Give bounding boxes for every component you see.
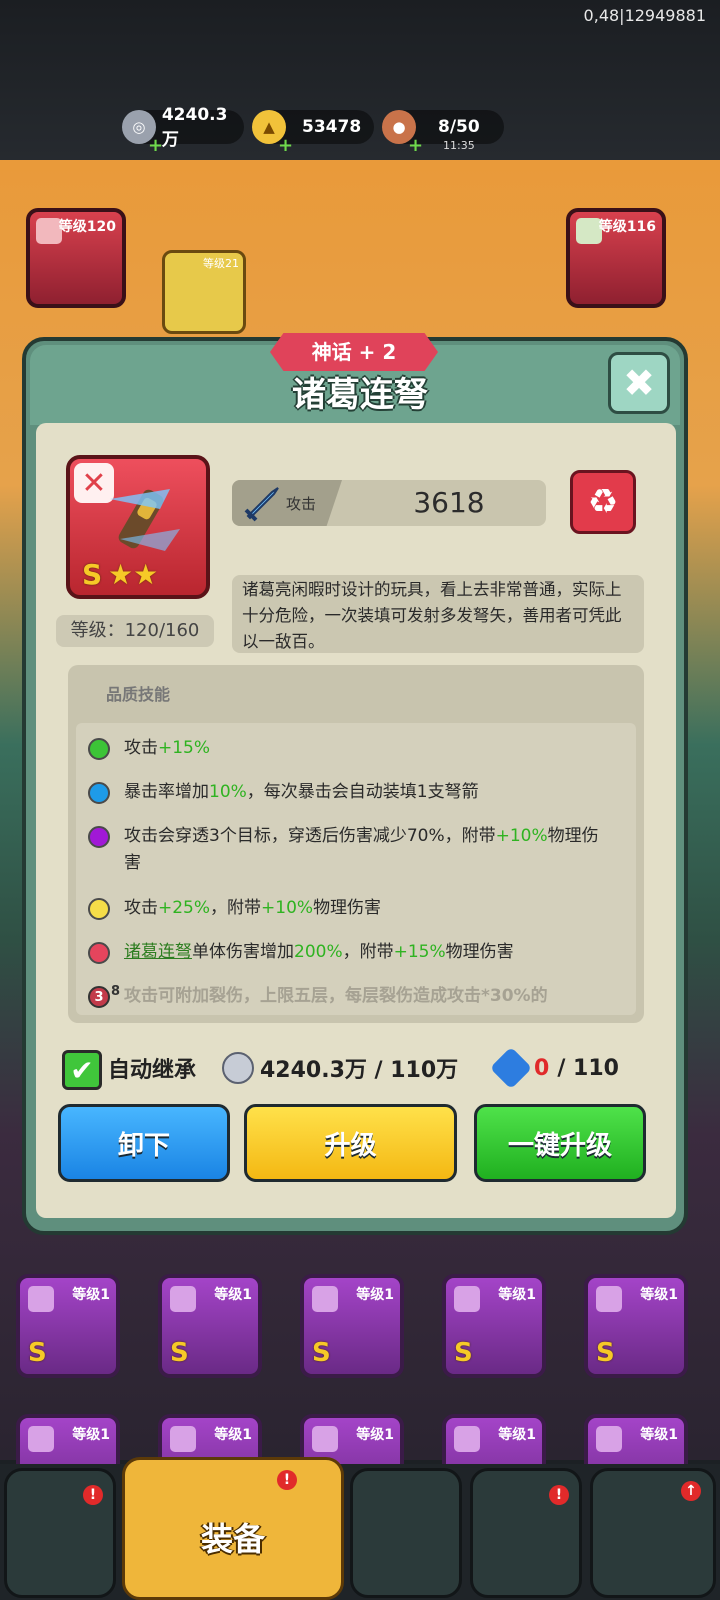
add-gold-icon[interactable]: + (278, 135, 293, 156)
item-type-icon (596, 1286, 622, 1312)
item-type-icon (596, 1426, 622, 1452)
inventory-item[interactable]: 等级1 S (584, 1274, 688, 1378)
nav-pets[interactable]: ! (470, 1468, 582, 1598)
grade-label: S (28, 1338, 47, 1368)
auto-inherit-checkbox[interactable]: ✔ (62, 1050, 102, 1090)
item-level: 等级1 (640, 1287, 678, 1303)
item-level: 等级1 (640, 1427, 678, 1443)
item-link[interactable]: 诸葛连弩 (124, 942, 192, 962)
yellow-quality-icon (88, 898, 110, 920)
skills-header: 品质技能 (106, 685, 171, 704)
item-type-icon (28, 1286, 54, 1312)
nav-equipment-label: 装备 (200, 1520, 265, 1558)
stamina-amount: 8/50 (438, 117, 480, 137)
sword-icon (244, 487, 279, 522)
recycle-button[interactable]: ♻ (570, 470, 636, 534)
slot-level: 等级116 (598, 219, 656, 235)
item-type-icon (28, 1426, 54, 1452)
equipped-armor-slot[interactable]: 等级116 (566, 208, 666, 308)
nav-battle[interactable] (350, 1468, 462, 1598)
item-level: 等级1 (498, 1287, 536, 1303)
inventory-item[interactable]: 等级1 S (158, 1274, 262, 1378)
gem-required: / 110 (557, 1055, 619, 1081)
locked-quality-icon: 3 8 (88, 984, 120, 1008)
blue-quality-icon (88, 782, 110, 804)
item-type-icon (454, 1426, 480, 1452)
silver-resource[interactable]: ◎ 4240.3万 + (122, 105, 244, 156)
attack-label: 攻击 (286, 495, 317, 513)
item-level: 等级1 (214, 1287, 252, 1303)
close-button[interactable]: ✖ (608, 352, 670, 414)
star-rating: ★★ (108, 558, 159, 591)
stamina-timer: 11:35 (443, 139, 475, 152)
item-level: 等级1 (356, 1287, 394, 1303)
nav-shop[interactable]: ! (4, 1468, 116, 1598)
inventory-item[interactable]: 等级1 S (442, 1274, 546, 1378)
inventory-item[interactable]: 等级1 S (300, 1274, 404, 1378)
arrow-up-icon: ↑ (681, 1481, 701, 1501)
red-quality-icon (88, 942, 110, 964)
unequip-button[interactable]: 卸下 (58, 1104, 230, 1182)
green-quality-icon (88, 738, 110, 760)
skill-row: 诸葛连弩单体伤害增加200%，附带+15%物理伤害 (88, 939, 514, 966)
silver-coin-icon (222, 1052, 254, 1084)
item-level: 等级：120/160 (56, 615, 214, 647)
close-icon: ✖ (623, 361, 655, 405)
grade-label: S (312, 1338, 331, 1368)
gem-cost: 0 / 110 (489, 1046, 619, 1090)
skill-row: 攻击+15% (88, 735, 210, 762)
small-equipped-slot[interactable]: 等级21 (162, 250, 246, 334)
item-level: 等级1 (498, 1427, 536, 1443)
rarity-ribbon: 神话 + 2 (270, 333, 438, 371)
item-type-icon (312, 1286, 338, 1312)
inventory-item[interactable]: 等级1 S (16, 1274, 120, 1378)
item-level: 等级1 (356, 1427, 394, 1443)
skill-row: 攻击会穿透3个目标，穿透后伤害减少70%，附带+10%物理伤害 (88, 823, 608, 877)
item-icon-card: ✕ S ★★ (66, 455, 210, 599)
item-level: 等级1 (214, 1427, 252, 1443)
silver-amount: 4240.3万 (161, 104, 228, 150)
crossbow-icon (110, 489, 180, 551)
item-level: 等级1 (72, 1287, 110, 1303)
item-level: 等级1 (72, 1427, 110, 1443)
grade-label: S (596, 1338, 615, 1368)
item-type-icon (170, 1286, 196, 1312)
attack-stat: 攻击 3618 (232, 480, 546, 526)
grade-label: S (170, 1338, 189, 1368)
silver-cost: 4240.3万 / 110万 (222, 1048, 458, 1088)
nav-upgrade[interactable]: ↑ (590, 1468, 716, 1598)
skills-list: 攻击+15% 暴击率增加10%，每次暴击会自动装填1支弩箭 攻击会穿透3个目标，… (76, 723, 636, 1015)
add-stamina-icon[interactable]: + (408, 135, 423, 156)
slot-level: 等级120 (58, 219, 116, 235)
auto-inherit-label: 自动继承 (108, 1058, 197, 1083)
item-description: 诸葛亮闲暇时设计的玩具，看上去非常普通，实际上十分危险，一次装填可发射多发弩矢，… (232, 575, 644, 653)
gold-amount: 53478 (302, 117, 362, 137)
blue-gem-icon (489, 1046, 533, 1090)
item-type-icon (170, 1426, 196, 1452)
item-type-icon (454, 1286, 480, 1312)
recycle-icon: ♻ (587, 482, 619, 522)
skill-row: 攻击+25%，附带+10%物理伤害 (88, 895, 381, 922)
attack-value: 3618 (413, 486, 485, 519)
checkmark-icon: ✔ (70, 1053, 94, 1087)
quality-skills-panel: 品质技能 攻击+15% 暴击率增加10%，每次暴击会自动装填1支弩箭 攻击会穿透… (68, 665, 644, 1023)
upgrade-button[interactable]: 升级 (244, 1104, 457, 1182)
alert-badge-icon: ! (83, 1485, 103, 1505)
grade-label: S (82, 558, 103, 591)
grade-label: S (454, 1338, 473, 1368)
item-type-icon (312, 1426, 338, 1452)
one-click-upgrade-button[interactable]: 一键升级 (474, 1104, 646, 1182)
gold-resource[interactable]: ▲ 53478 + (252, 110, 374, 156)
alert-badge-icon: ! (549, 1485, 569, 1505)
skill-row: 暴击率增加10%，每次暴击会自动装填1支弩箭 (88, 779, 479, 806)
add-silver-icon[interactable]: + (148, 135, 163, 156)
slot-level: 等级21 (203, 257, 239, 270)
debug-readout: 0,48|12949881 (583, 6, 706, 25)
gem-owned: 0 (534, 1055, 550, 1081)
alert-badge-icon: ! (277, 1470, 297, 1490)
equipped-weapon-slot[interactable]: 等级120 (26, 208, 126, 308)
skill-row: 3 8 攻击可附加裂伤，上限五层，每层裂伤造成攻击*30%的 (88, 983, 548, 1010)
purple-quality-icon (88, 826, 110, 848)
